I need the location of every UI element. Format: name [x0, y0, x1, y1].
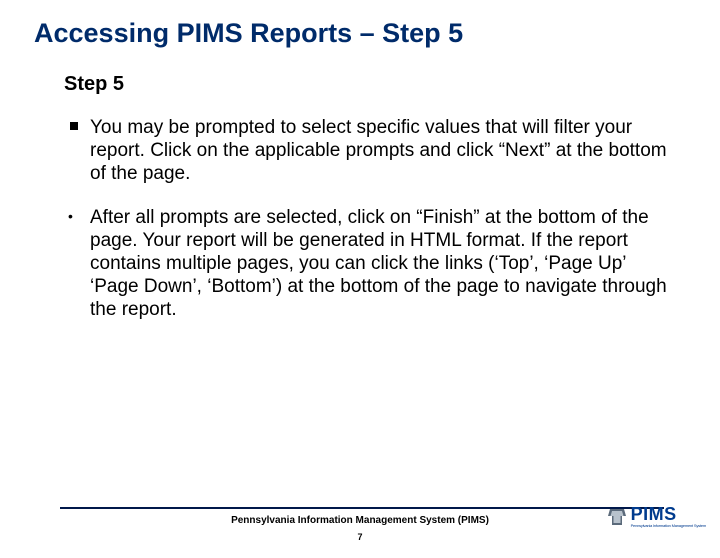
keystone-icon	[606, 507, 628, 527]
bullet-list: You may be prompted to select specific v…	[90, 116, 672, 321]
bullet-dot-icon: •	[68, 208, 73, 225]
pims-logo: PIMS Pennsylvania Information Management…	[606, 505, 706, 528]
logo-subtext: Pennsylvania Information Management Syst…	[631, 523, 706, 528]
bullet-text: You may be prompted to select specific v…	[90, 117, 667, 184]
step-subtitle: Step 5	[64, 73, 720, 96]
slide-title: Accessing PIMS Reports – Step 5	[34, 18, 720, 49]
logo-text: PIMS	[631, 505, 677, 523]
bullet-square-icon	[70, 122, 78, 130]
list-item: • After all prompts are selected, click …	[90, 206, 672, 322]
list-item: You may be prompted to select specific v…	[90, 116, 672, 186]
footer-divider	[60, 507, 664, 509]
bullet-text: After all prompts are selected, click on…	[90, 207, 667, 321]
page-number: 7	[0, 532, 720, 542]
